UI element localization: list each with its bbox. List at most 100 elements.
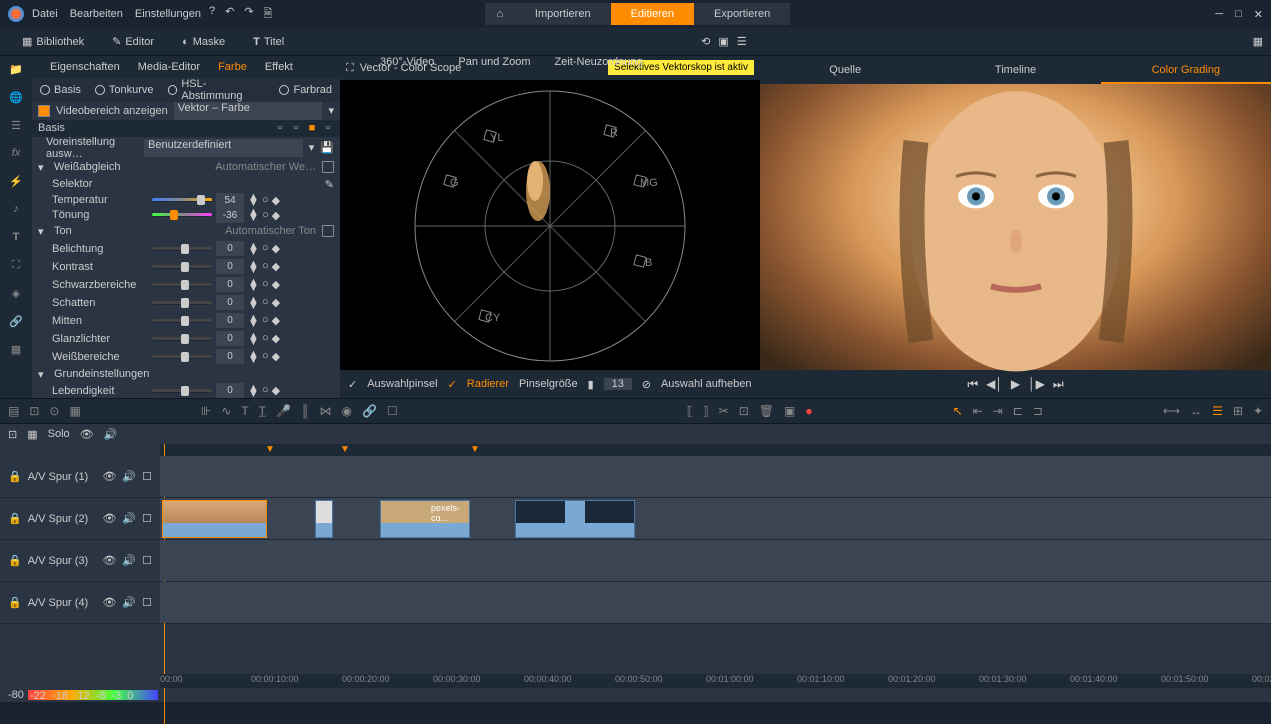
- brush-size-value[interactable]: 13: [604, 378, 632, 390]
- whites-spinner[interactable]: ▲▼: [248, 351, 258, 363]
- tint-value[interactable]: -36: [216, 208, 244, 223]
- tl-tool-9[interactable]: 🎤: [276, 404, 291, 418]
- track-menu-icon[interactable]: ☐: [142, 512, 152, 525]
- marker-2[interactable]: ▼: [340, 444, 350, 455]
- temp-spinner[interactable]: ▲▼: [248, 194, 258, 206]
- exposure-slider[interactable]: [152, 247, 212, 251]
- tl-tool-r4[interactable]: ⊡: [739, 404, 749, 418]
- ptab-props[interactable]: Eigenschaften: [50, 61, 120, 73]
- solo-label[interactable]: Solo: [48, 428, 70, 440]
- kf-add-icon[interactable]: ◆: [272, 260, 280, 273]
- track-audio-icon[interactable]: 🔊: [122, 554, 136, 567]
- track-audio-icon[interactable]: 🔊: [122, 470, 136, 483]
- tl-tool-6[interactable]: ∿: [221, 404, 231, 418]
- nav-bin-icon[interactable]: 📁: [7, 60, 25, 78]
- highlights-value[interactable]: 0: [216, 331, 244, 346]
- step-back-icon[interactable]: ◀│: [986, 377, 1003, 391]
- clear-selection[interactable]: Auswahl aufheben: [661, 378, 752, 390]
- tl-tool-5[interactable]: ⊪: [201, 404, 211, 418]
- tone-caret[interactable]: ▾: [38, 225, 48, 238]
- stab-basis[interactable]: Basis: [40, 84, 81, 96]
- vector-select[interactable]: Vektor – Farbe: [174, 102, 323, 120]
- tint-slider[interactable]: [152, 213, 212, 217]
- whites-slider[interactable]: [152, 355, 212, 359]
- track-content[interactable]: [160, 456, 1271, 497]
- track-content[interactable]: [160, 540, 1271, 581]
- kf-add-icon[interactable]: ◆: [272, 209, 280, 222]
- ptab-time[interactable]: Zeit-Neuzordnung: [555, 56, 643, 68]
- vibrance-value[interactable]: 0: [216, 383, 244, 398]
- preview-tab-source[interactable]: Quelle: [760, 56, 930, 84]
- kf-reset-icon[interactable]: ○: [262, 242, 269, 255]
- mids-value[interactable]: 0: [216, 313, 244, 328]
- kf-add-icon[interactable]: ◆: [272, 350, 280, 363]
- kf-add-icon[interactable]: ◆: [272, 296, 280, 309]
- blacks-slider[interactable]: [152, 283, 212, 287]
- tl-tool-10[interactable]: ║: [301, 404, 310, 418]
- ptab-color[interactable]: Farbe: [218, 61, 247, 73]
- menu-settings[interactable]: Einstellungen: [135, 8, 201, 20]
- tl-tool-s4[interactable]: ⊐: [1033, 404, 1043, 418]
- wb-auto-checkbox[interactable]: [322, 161, 334, 173]
- blacks-spinner[interactable]: ▲▼: [248, 279, 258, 291]
- track-menu-icon[interactable]: ☐: [142, 596, 152, 609]
- tl-tool-13[interactable]: 🔗: [362, 404, 377, 418]
- exposure-value[interactable]: 0: [216, 241, 244, 256]
- ptab-panzoom[interactable]: Pan und Zoom: [458, 56, 530, 68]
- stab-tone[interactable]: Tonkurve: [95, 84, 154, 96]
- tint-spinner[interactable]: ▲▼: [248, 209, 258, 221]
- tl-tool-8[interactable]: T̲: [259, 404, 266, 418]
- track-eye-icon[interactable]: 👁: [102, 470, 116, 483]
- tab-library[interactable]: ▦Bibliothek: [8, 35, 98, 48]
- tool-icon-3[interactable]: ☰: [737, 35, 747, 48]
- play-icon[interactable]: ▶: [1011, 377, 1020, 391]
- kf-reset-icon[interactable]: ○: [262, 296, 269, 309]
- temp-slider[interactable]: [152, 198, 212, 202]
- shadows-slider[interactable]: [152, 301, 212, 305]
- tl-tool-3[interactable]: ⊙: [49, 404, 59, 418]
- brush-size-slider[interactable]: ▮: [588, 378, 594, 391]
- ptab-media[interactable]: Media-Editor: [138, 61, 200, 73]
- tab-mask[interactable]: ◐Maske: [168, 36, 239, 48]
- nav-grid-icon[interactable]: ▦: [7, 340, 25, 358]
- kf-reset-icon[interactable]: ○: [262, 332, 269, 345]
- nav-marker-icon[interactable]: ◈: [7, 284, 25, 302]
- edit-button[interactable]: Editieren: [611, 3, 694, 25]
- tl-tool-r5[interactable]: 🗑: [759, 404, 774, 418]
- nav-text-icon[interactable]: T: [7, 228, 25, 246]
- vibrance-slider[interactable]: [152, 389, 212, 393]
- temp-value[interactable]: 54: [216, 193, 244, 208]
- mids-spinner[interactable]: ▲▼: [248, 315, 258, 327]
- preset-dropdown-icon[interactable]: ▾: [309, 141, 315, 154]
- tl-tool-rec[interactable]: ●: [805, 404, 812, 418]
- track-lock-icon[interactable]: 🔒: [8, 512, 22, 525]
- tl-tool-1[interactable]: ▤: [8, 404, 19, 418]
- menu-edit[interactable]: Bearbeiten: [70, 8, 123, 20]
- show-area-checkbox[interactable]: [38, 105, 50, 117]
- nav-transition-icon[interactable]: ⚡: [7, 172, 25, 190]
- highlights-spinner[interactable]: ▲▼: [248, 333, 258, 345]
- stab-hsl[interactable]: HSL-Abstimmung: [168, 78, 266, 102]
- tl-tool-12[interactable]: ◉: [341, 404, 351, 418]
- wb-caret[interactable]: ▾: [38, 161, 48, 174]
- nav-globe-icon[interactable]: 🌐: [7, 88, 25, 106]
- kf-add-icon[interactable]: ◆: [272, 278, 280, 291]
- kf-add-icon[interactable]: ◆: [272, 332, 280, 345]
- track-menu-icon[interactable]: ☐: [142, 470, 152, 483]
- hdr-icon-4[interactable]: ▫: [322, 122, 334, 134]
- kf-add-icon[interactable]: ◆: [272, 194, 280, 207]
- tl-hdr-eye[interactable]: 👁: [80, 428, 94, 441]
- scope-expand-icon[interactable]: ⛶: [346, 62, 354, 75]
- maximize-icon[interactable]: □: [1235, 8, 1242, 21]
- ptab-360[interactable]: 360°-Video: [380, 56, 434, 68]
- kf-add-icon[interactable]: ◆: [272, 314, 280, 327]
- blacks-value[interactable]: 0: [216, 277, 244, 292]
- kf-reset-icon[interactable]: ○: [262, 350, 269, 363]
- contrast-spinner[interactable]: ▲▼: [248, 261, 258, 273]
- clip-4[interactable]: [515, 500, 635, 538]
- track-lock-icon[interactable]: 🔒: [8, 596, 22, 609]
- kf-add-icon[interactable]: ◆: [272, 384, 280, 397]
- kf-reset-icon[interactable]: ○: [262, 384, 269, 397]
- tl-tool-e1[interactable]: ⟷: [1163, 404, 1180, 418]
- save-icon[interactable]: 🗎: [264, 5, 273, 24]
